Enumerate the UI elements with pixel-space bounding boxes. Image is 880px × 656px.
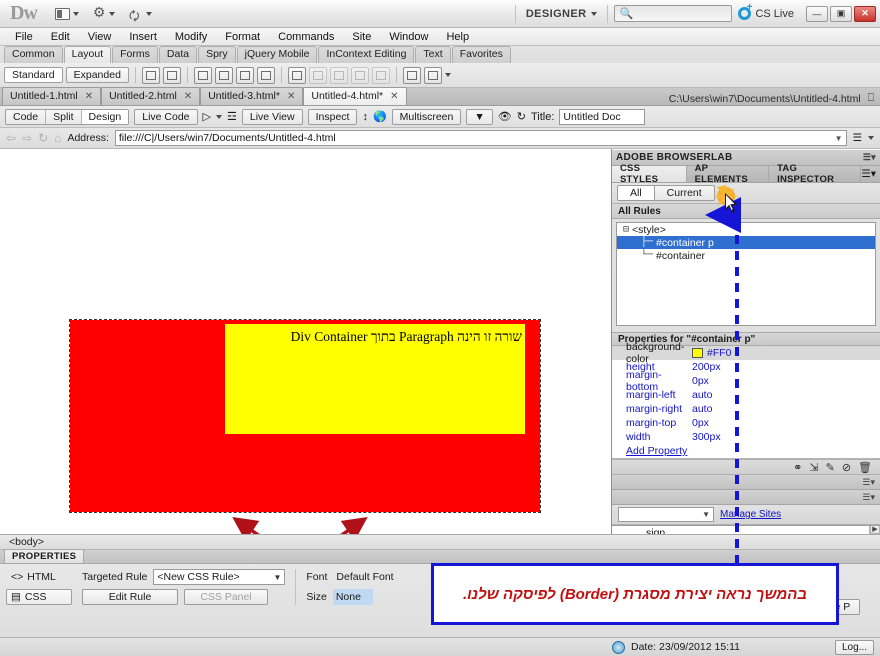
blue-annotation-text: בהמשך נראה יצירת מסגרת (Border) לפיסקה ש… [462,585,808,603]
mouse-cursor [713,185,739,213]
blue-pointer-line [705,197,741,580]
blue-annotation-callout: בהמשך נראה יצירת מסגרת (Border) לפיסקה ש… [431,563,839,625]
